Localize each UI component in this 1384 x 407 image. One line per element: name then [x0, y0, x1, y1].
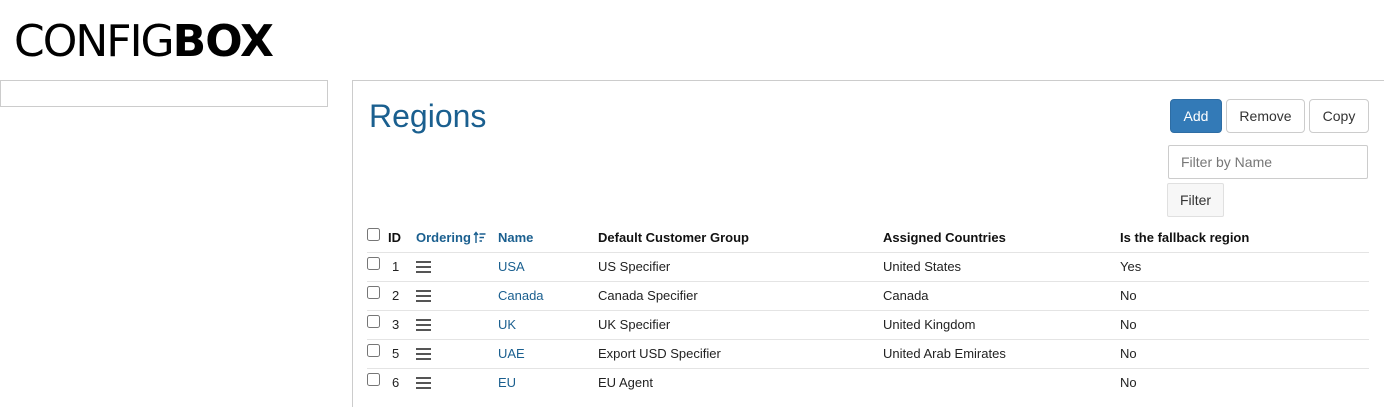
row-select-cell [367, 281, 388, 311]
row-ordering [416, 252, 498, 282]
region-name-link[interactable]: UK [498, 317, 516, 332]
row-countries: United Arab Emirates [883, 339, 1120, 369]
region-name-link[interactable]: Canada [498, 288, 544, 303]
drag-handle-icon[interactable] [416, 377, 431, 390]
row-checkbox[interactable] [367, 343, 380, 357]
row-select-cell [367, 310, 388, 340]
row-default-group: Canada Specifier [598, 281, 883, 311]
row-checkbox[interactable] [367, 372, 380, 386]
select-all-cell [367, 224, 388, 253]
row-default-group: US Specifier [598, 252, 883, 282]
header-fallback: Is the fallback region [1120, 224, 1369, 253]
drag-handle-icon[interactable] [416, 348, 431, 360]
configbox-logo: CONFIG BOX [14, 16, 274, 67]
table-row: 6 EU EU Agent No [367, 368, 1369, 397]
row-countries: Canada [883, 281, 1120, 311]
copy-button[interactable]: Copy [1309, 99, 1369, 133]
table-row: 1 USA US Specifier United States Yes [367, 252, 1369, 282]
row-fallback: Yes [1120, 252, 1369, 282]
table-row: 3 UK UK Specifier United Kingdom No [367, 310, 1369, 340]
region-name-link[interactable]: USA [498, 259, 525, 274]
row-id: 2 [388, 281, 416, 311]
logo-text-light: CONFIG [14, 16, 175, 67]
page-title: Regions [369, 98, 487, 134]
row-select-cell [367, 368, 388, 397]
sort-ascending-icon[interactable] [473, 231, 486, 244]
row-ordering [416, 310, 498, 340]
row-checkbox[interactable] [367, 285, 380, 299]
region-name-link[interactable]: EU [498, 375, 516, 390]
row-name: UAE [498, 339, 598, 369]
sidebar-panel [0, 80, 328, 107]
regions-table: ID Ordering Name Default Customer Group … [367, 224, 1369, 397]
row-fallback: No [1120, 281, 1369, 311]
row-name: EU [498, 368, 598, 397]
header-countries: Assigned Countries [883, 224, 1120, 253]
add-button[interactable]: Add [1170, 99, 1222, 133]
row-name: Canada [498, 281, 598, 311]
row-fallback: No [1120, 339, 1369, 369]
row-default-group: EU Agent [598, 375, 653, 391]
header-ordering[interactable]: Ordering [416, 224, 498, 253]
row-id: 5 [388, 339, 416, 369]
row-countries [883, 368, 1120, 397]
drag-handle-icon[interactable] [416, 290, 431, 302]
row-ordering [416, 368, 498, 397]
main-panel: Regions Add Remove Copy Filter ID Orderi… [352, 80, 1384, 407]
filter-button[interactable]: Filter [1167, 183, 1224, 217]
header-default-group: Default Customer Group [598, 224, 883, 253]
select-all-checkbox[interactable] [367, 227, 380, 241]
filter-name-input[interactable] [1168, 145, 1368, 179]
row-fallback: No [1120, 310, 1369, 340]
row-id: 1 [388, 252, 416, 282]
row-select-cell [367, 339, 388, 369]
row-ordering [416, 281, 498, 311]
table-row: 5 UAE Export USD Specifier United Arab E… [367, 339, 1369, 369]
row-ordering [416, 339, 498, 369]
row-id: 6 [392, 375, 400, 391]
table-header-row: ID Ordering Name Default Customer Group … [367, 224, 1369, 253]
row-countries: United States [883, 252, 1120, 282]
header-name-label[interactable]: Name [498, 230, 533, 245]
drag-handle-icon[interactable] [416, 319, 431, 331]
header-id: ID [388, 224, 416, 253]
row-default-group: UK Specifier [598, 310, 883, 340]
row-countries: United Kingdom [883, 310, 1120, 340]
row-name: UK [498, 310, 598, 340]
row-name: USA [498, 252, 598, 282]
drag-handle-icon[interactable] [416, 261, 431, 273]
row-checkbox[interactable] [367, 256, 380, 270]
row-select-cell [367, 252, 388, 282]
row-id: 3 [388, 310, 416, 340]
row-default-group: Export USD Specifier [598, 339, 883, 369]
region-name-link[interactable]: UAE [498, 346, 525, 361]
header-name[interactable]: Name [498, 224, 598, 253]
header-ordering-label[interactable]: Ordering [416, 230, 471, 245]
row-fallback: No [1120, 375, 1137, 391]
table-row: 2 Canada Canada Specifier Canada No [367, 281, 1369, 311]
logo-text-bold: BOX [172, 16, 274, 67]
remove-button[interactable]: Remove [1226, 99, 1305, 133]
row-checkbox[interactable] [367, 314, 380, 328]
